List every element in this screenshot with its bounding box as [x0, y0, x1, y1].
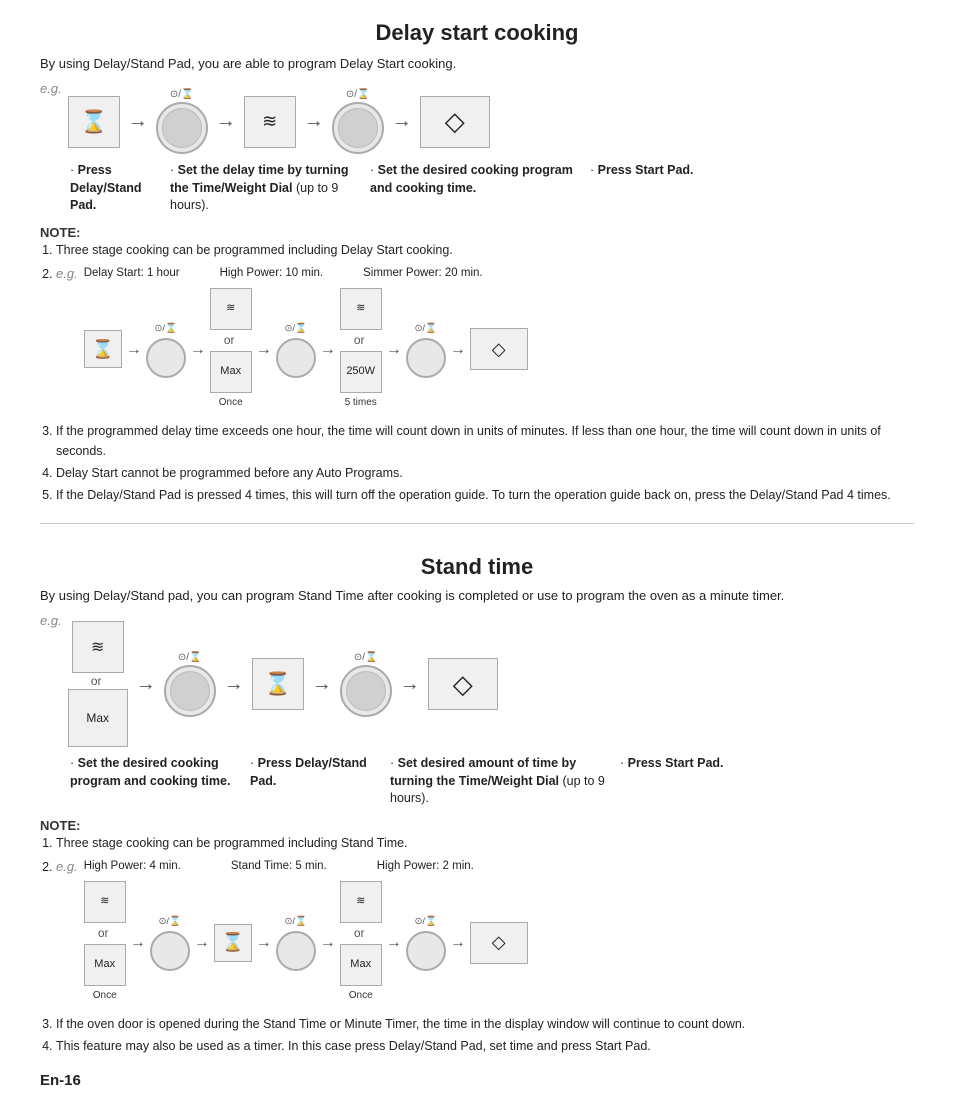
caption-stand-4: · Press Start Pad. [620, 755, 750, 773]
once-label-1: Once [219, 395, 243, 411]
note-delay-2: If the programmed delay time exceeds one… [56, 421, 914, 461]
stand-small-arrow-4: → [320, 930, 336, 956]
stand-small-arrow-6: → [450, 930, 466, 956]
time-weight-dial-2: ⊙/⌛ [332, 89, 384, 154]
start-pad-1: ◇ [420, 96, 490, 148]
caption-delay-3: · Set the desired cooking program and co… [370, 162, 590, 197]
stand-cooking-pad: ≋ [72, 621, 124, 673]
stand-dial-1: ⊙/⌛ [164, 652, 216, 717]
stand-eg-label-3: High Power: 2 min. [377, 857, 474, 875]
stand-arrow-1: → [136, 673, 156, 696]
or-label-1: or [224, 331, 235, 350]
section-divider [40, 523, 914, 524]
arrow-3: → [304, 110, 324, 133]
note-stand-2: If the oven door is opened during the St… [56, 1014, 914, 1034]
small-dial-3: ⊙/⌛ [406, 321, 446, 377]
small-arrow-2: → [190, 337, 206, 363]
delay-main-diagram: ⌛ → ⊙/⌛ → ≋ → ⊙/⌛ → ◇ [68, 89, 490, 154]
arrow-2: → [216, 110, 236, 133]
stand-dial-2: ⊙/⌛ [340, 652, 392, 717]
delay-desc: By using Delay/Stand Pad, you are able t… [40, 56, 914, 71]
note-list-delay: Three stage cooking can be programmed in… [56, 240, 914, 506]
stand-small-dial-2: ⊙/⌛ [276, 914, 316, 970]
page-title: Delay start cooking [40, 20, 914, 46]
caption-delay-1: · Press Delay/Stand Pad. [70, 162, 170, 215]
small-arrow-3: → [256, 337, 272, 363]
stand-desc: By using Delay/Stand pad, you can progra… [40, 588, 914, 603]
stand-time-title: Stand time [40, 554, 914, 580]
note-list-stand: Three stage cooking can be programmed in… [56, 833, 914, 1057]
stand-eg-label-2: Stand Time: 5 min. [231, 857, 327, 875]
eg-label-1: e.g. [40, 81, 62, 96]
eg-label-small: e.g. [56, 264, 78, 285]
times-label-1: 5 times [345, 395, 377, 411]
arrow-1: → [128, 110, 148, 133]
small-wave-pad-2: ≋ [340, 288, 382, 330]
note-delay-3: Delay Start cannot be programmed before … [56, 463, 914, 483]
note-stand-1: Three stage cooking can be programmed in… [56, 833, 914, 853]
stand-small-hourglass: ⌛ [214, 924, 252, 962]
small-start-1: ◇ [470, 328, 528, 370]
stand-small-start: ◇ [470, 922, 528, 964]
small-250w-pad: 250W [340, 351, 382, 393]
caption-delay-4: · Press Start Pad. [590, 162, 720, 180]
small-eg-label-2: High Power: 10 min. [220, 264, 324, 282]
delay-stand-pad: ⌛ [68, 96, 120, 148]
small-arrow-1: → [126, 337, 142, 363]
note-delay-4: If the Delay/Stand Pad is pressed 4 time… [56, 485, 914, 505]
note-delay-1: Three stage cooking can be programmed in… [56, 240, 914, 260]
small-eg-label-1: Delay Start: 1 hour [84, 264, 180, 282]
note-label-delay: NOTE: [40, 225, 914, 240]
stand-small-max-2: Max [340, 944, 382, 986]
small-arrow-6: → [450, 337, 466, 363]
stand-small-dial-3: ⊙/⌛ [406, 914, 446, 970]
stand-arrow-2: → [224, 673, 244, 696]
small-dial-2: ⊙/⌛ [276, 321, 316, 377]
stand-small-arrow-2: → [194, 930, 210, 956]
stand-arrow-3: → [312, 673, 332, 696]
arrow-4: → [392, 110, 412, 133]
eg-label-stand: e.g. [40, 613, 62, 628]
small-dial-1: ⊙/⌛ [146, 321, 186, 377]
stand-small-wave-1: ≋ [84, 881, 126, 923]
caption-delay-2: · Set the delay time by turning the Time… [170, 162, 370, 215]
small-eg-label-3: Simmer Power: 20 min. [363, 264, 483, 282]
stand-small-wave-2: ≋ [340, 881, 382, 923]
caption-stand-3: · Set desired amount of time by turning … [390, 755, 620, 808]
caption-stand-1: · Set the desired cooking program and co… [70, 755, 250, 790]
en-label: En-16 [40, 1072, 914, 1089]
stand-max-pad: Max [68, 689, 128, 747]
note-label-stand: NOTE: [40, 818, 914, 833]
stand-or-small-2: or [354, 924, 365, 943]
stand-main-diagram: ≋ or Max → ⊙/⌛ → ⌛ → ⊙/⌛ → [68, 621, 498, 747]
or-label-2: or [354, 331, 365, 350]
stand-eg-label-1: High Power: 4 min. [84, 857, 181, 875]
small-arrow-4: → [320, 337, 336, 363]
small-arrow-5: → [386, 337, 402, 363]
stand-start-pad: ◇ [428, 658, 498, 710]
stand-arrow-4: → [400, 673, 420, 696]
stand-small-arrow-5: → [386, 930, 402, 956]
stand-small-arrow-3: → [256, 930, 272, 956]
stand-or-small-1: or [98, 924, 109, 943]
small-hourglass-pad: ⌛ [84, 330, 122, 368]
time-weight-dial-1: ⊙/⌛ [156, 89, 208, 154]
stand-once-2: Once [349, 988, 373, 1004]
stand-once-1: Once [93, 988, 117, 1004]
stand-or-label: or [91, 674, 102, 688]
stand-small-arrow-1: → [130, 930, 146, 956]
cooking-program-pad-1: ≋ [244, 96, 296, 148]
stand-small-dial-1: ⊙/⌛ [150, 914, 190, 970]
stand-small-max-1: Max [84, 944, 126, 986]
note-stand-3: This feature may also be used as a timer… [56, 1036, 914, 1056]
stand-delay-pad: ⌛ [252, 658, 304, 710]
small-max-pad-1: Max [210, 351, 252, 393]
caption-stand-2: · Press Delay/Stand Pad. [250, 755, 390, 790]
eg-label-stand-small: e.g. [56, 857, 78, 878]
small-wave-pad-1: ≋ [210, 288, 252, 330]
